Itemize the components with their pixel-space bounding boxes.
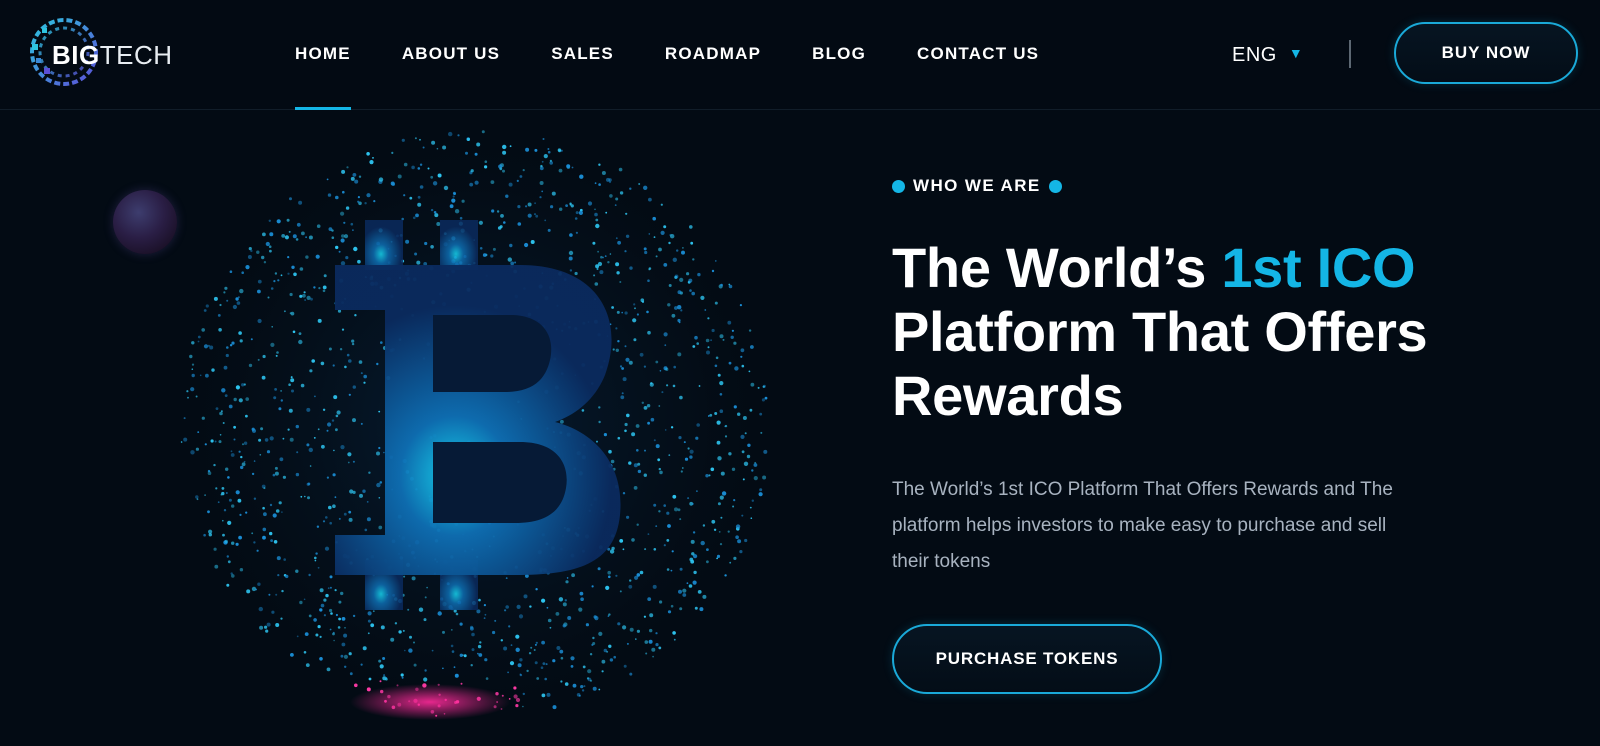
site-header: BIGTECH HOME ABOUT US SALES ROADMAP BLOG CONT… — [0, 0, 1600, 110]
eyebrow-label: WHO WE ARE — [913, 176, 1041, 195]
hero-content: WHO WE ARE The World’s 1st ICO Platform T… — [892, 176, 1552, 694]
logo-text: BIGTECH — [52, 40, 173, 70]
nav-item-home[interactable]: HOME — [295, 0, 351, 110]
bitcoin-globe-icon — [175, 125, 775, 725]
logo[interactable]: BIGTECH — [30, 18, 173, 90]
headline-accent: 1st ICO — [1221, 236, 1416, 299]
header-divider — [1349, 40, 1351, 68]
section-eyebrow: WHO WE ARE — [892, 176, 1552, 196]
purchase-tokens-button[interactable]: PURCHASE TOKENS — [892, 624, 1162, 694]
chevron-down-icon: ▼ — [1288, 45, 1304, 61]
nav-item-sales[interactable]: SALES — [551, 0, 614, 110]
hero-description: The World’s 1st ICO Platform That Offers… — [892, 479, 1393, 572]
nav-item-roadmap[interactable]: ROADMAP — [665, 0, 761, 110]
hero-headline: The World’s 1st ICO Platform That Offers … — [892, 236, 1552, 428]
language-label: ENG — [1232, 43, 1277, 66]
headline-part-2: Platform That Offers Rewards — [892, 300, 1428, 427]
buy-now-button[interactable]: BUY NOW — [1394, 22, 1578, 84]
bullet-dot-icon — [892, 179, 905, 193]
headline-part-1: The World’s — [892, 236, 1222, 299]
nav-item-contact-us[interactable]: CONTACT US — [917, 0, 1039, 110]
nav-item-blog[interactable]: BLOG — [812, 0, 866, 110]
language-selector[interactable]: ENG ▼ — [1232, 40, 1303, 70]
main-nav: HOME ABOUT US SALES ROADMAP BLOG CONTACT US — [295, 0, 1090, 110]
nav-item-about-us[interactable]: ABOUT US — [402, 0, 500, 110]
bullet-dot-icon — [1048, 179, 1062, 193]
